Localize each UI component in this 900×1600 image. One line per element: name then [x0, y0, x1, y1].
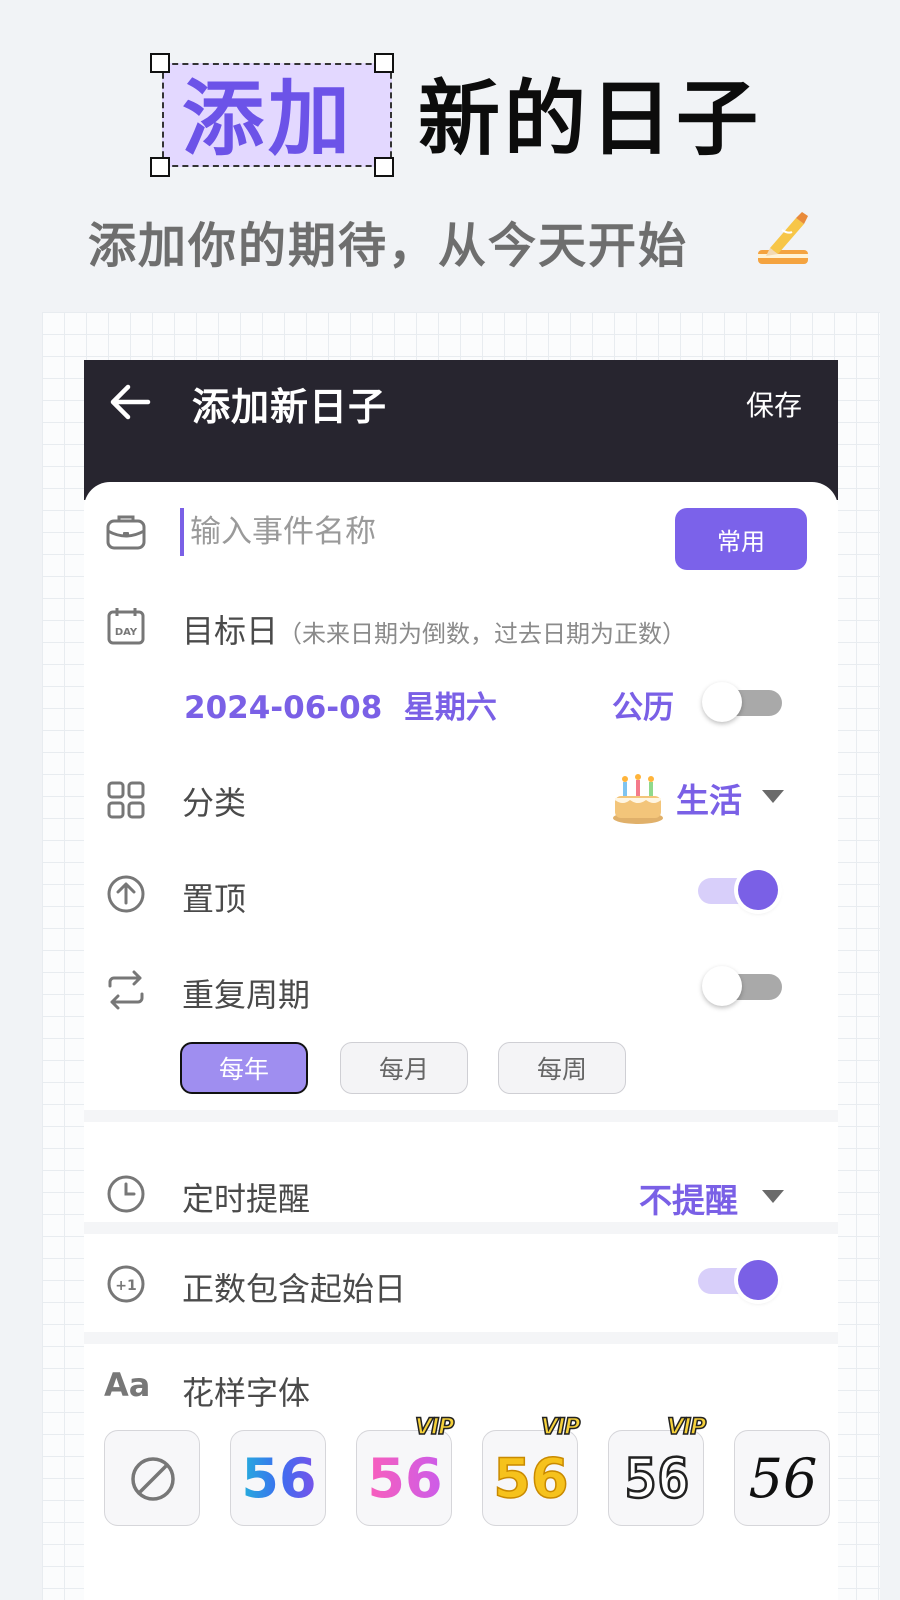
- birthday-cake-icon: [613, 774, 663, 824]
- app-bar: 添加新日子 保存: [84, 360, 838, 500]
- repeat-option-yearly[interactable]: 每年: [180, 1042, 308, 1094]
- pin-top-label: 置顶: [182, 880, 247, 918]
- font-option-handwritten[interactable]: 56: [734, 1430, 830, 1526]
- font-sample: 56: [748, 1447, 818, 1510]
- font-option-gold[interactable]: 56 VIP: [482, 1414, 581, 1526]
- weekday-text: 星期六: [403, 690, 497, 726]
- form-card: 常用 DAY 目标日（未来日期为倒数，过去日期为正数） 2024-06-08 星…: [84, 482, 838, 1600]
- font-sample: 56: [231, 1449, 327, 1509]
- reminder-label: 定时提醒: [182, 1180, 311, 1218]
- selection-handle-top-right: [374, 53, 394, 73]
- none-icon: [131, 1457, 175, 1501]
- include-start-toggle[interactable]: [698, 1260, 778, 1300]
- repeat-option-weekly[interactable]: 每周: [498, 1042, 626, 1094]
- selection-handle-bottom-right: [374, 157, 394, 177]
- save-button[interactable]: 保存: [746, 384, 802, 424]
- plus-one-circle-icon: +1: [107, 1265, 145, 1303]
- font-option-outline-block[interactable]: 56 VIP: [608, 1414, 707, 1526]
- category-value[interactable]: 生活: [676, 774, 742, 822]
- vip-badge: VIP: [414, 1414, 455, 1441]
- category-dropdown-icon[interactable]: [762, 790, 784, 803]
- section-divider: [84, 1222, 838, 1234]
- fancy-font-label: 花样字体: [182, 1374, 311, 1412]
- calendar-type-label: 公历: [612, 690, 674, 726]
- font-sample: 56: [493, 1447, 570, 1510]
- date-text: 2024-06-08: [184, 690, 383, 726]
- repeat-toggle[interactable]: [702, 966, 782, 1006]
- include-start-label: 正数包含起始日: [182, 1270, 407, 1308]
- pin-top-toggle[interactable]: [698, 870, 778, 910]
- clock-icon: [107, 1175, 145, 1213]
- promo-subtitle: 添加你的期待，从今天开始: [88, 218, 689, 274]
- selection-handle-bottom-left: [150, 157, 170, 177]
- font-option-none[interactable]: [104, 1430, 200, 1526]
- target-date-row: 目标日（未来日期为倒数，过去日期为正数）: [182, 606, 686, 652]
- repeat-icon: [108, 970, 144, 1010]
- target-date-label: 目标日: [182, 612, 279, 650]
- briefcase-icon: [106, 515, 146, 550]
- repeat-label: 重复周期: [182, 976, 311, 1014]
- font-option-gradient-pink[interactable]: 56 VIP: [356, 1414, 455, 1526]
- promo-headline: 添加 新的日子: [0, 53, 900, 177]
- target-date-value[interactable]: 2024-06-08 星期六: [184, 682, 497, 727]
- vip-badge: VIP: [666, 1414, 707, 1441]
- back-arrow-icon[interactable]: [108, 382, 152, 422]
- grid-icon: [107, 781, 145, 819]
- svg-text:DAY: DAY: [115, 627, 138, 638]
- lunar-calendar-toggle[interactable]: [702, 682, 782, 722]
- vip-badge: VIP: [540, 1414, 581, 1441]
- reminder-value[interactable]: 不提醒: [639, 1174, 738, 1222]
- font-sample: 56: [623, 1447, 691, 1510]
- arrow-up-circle-icon: [107, 875, 145, 913]
- event-name-input[interactable]: [180, 508, 640, 556]
- page-title: 添加新日子: [192, 385, 388, 429]
- pencil-writing-icon: [758, 212, 808, 264]
- category-label: 分类: [182, 784, 247, 822]
- reminder-dropdown-icon[interactable]: [762, 1190, 784, 1203]
- common-events-button[interactable]: 常用: [675, 508, 807, 570]
- font-sample: 56: [357, 1449, 453, 1509]
- section-divider: [84, 1332, 838, 1344]
- font-option-gradient-blue[interactable]: 56: [230, 1430, 326, 1526]
- font-style-icon: Aa: [104, 1366, 151, 1404]
- section-divider: [84, 1110, 838, 1122]
- headline-accent: 添加: [182, 72, 355, 167]
- svg-text:+1: +1: [115, 1278, 136, 1294]
- repeat-option-monthly[interactable]: 每月: [340, 1042, 468, 1094]
- headline-rest: 新的日子: [418, 72, 763, 167]
- target-date-hint: （未来日期为倒数，过去日期为正数）: [278, 620, 687, 648]
- selection-handle-top-left: [150, 53, 170, 73]
- calendar-day-icon: DAY: [107, 608, 145, 645]
